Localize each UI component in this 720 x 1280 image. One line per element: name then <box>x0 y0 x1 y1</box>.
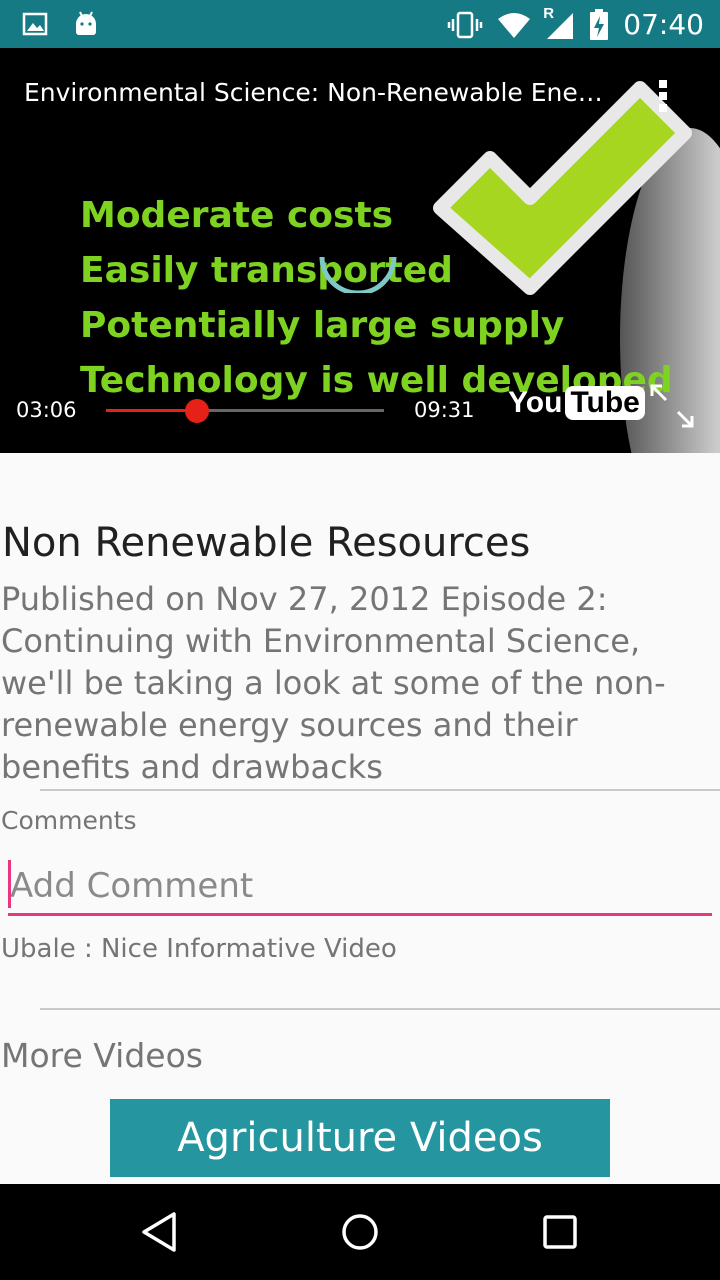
status-bar: R 07:40 <box>0 0 720 48</box>
seek-bar-played <box>106 409 197 412</box>
vibrate-icon <box>448 11 483 38</box>
battery-charging-icon <box>590 8 609 40</box>
video-player[interactable]: Moderate costs Easily transported Potent… <box>0 48 720 453</box>
signal-icon: R <box>543 5 575 41</box>
fullscreen-icon[interactable] <box>648 382 696 430</box>
navigation-bar <box>0 1184 720 1280</box>
video-description: Published on Nov 27, 2012 Episode 2: Con… <box>1 580 666 786</box>
android-icon <box>76 11 96 35</box>
recents-icon[interactable] <box>536 1208 584 1256</box>
seek-bar[interactable] <box>106 399 384 423</box>
status-time: 07:40 <box>623 8 704 41</box>
back-icon[interactable] <box>136 1208 184 1256</box>
youtube-logo[interactable]: You Tube <box>508 386 645 420</box>
slide-line: Potentially large supply <box>80 305 565 346</box>
add-comment-input[interactable] <box>8 858 712 916</box>
current-time: 03:06 <box>16 398 77 422</box>
divider <box>40 1008 720 1010</box>
agriculture-videos-button[interactable]: Agriculture Videos <box>110 1099 610 1177</box>
slide-line: Moderate costs <box>80 195 394 236</box>
video-title: Non Renewable Resources <box>2 520 531 566</box>
youtube-logo-tube: Tube <box>565 386 645 420</box>
more-options-icon[interactable] <box>656 76 670 120</box>
comment-item: Ubale : Nice Informative Video <box>1 934 397 964</box>
loading-spinner-icon <box>319 256 397 293</box>
home-icon[interactable] <box>336 1208 384 1256</box>
video-player-title: Environmental Science: Non-Renewable Ene… <box>24 78 604 107</box>
status-bar-system: R 07:40 <box>447 5 704 41</box>
status-bar-notifications <box>22 10 100 38</box>
wifi-icon <box>498 12 531 38</box>
image-icon <box>22 12 48 36</box>
text-cursor <box>8 860 11 908</box>
roaming-label: R <box>543 4 555 22</box>
youtube-logo-you: You <box>508 386 563 419</box>
divider <box>40 789 720 791</box>
comments-label: Comments <box>1 806 137 835</box>
duration-time: 09:31 <box>414 398 475 422</box>
seek-thumb[interactable] <box>184 399 209 423</box>
slide-text: Moderate costs Easily transported Potent… <box>80 188 673 408</box>
more-videos-label: More Videos <box>1 1036 203 1075</box>
